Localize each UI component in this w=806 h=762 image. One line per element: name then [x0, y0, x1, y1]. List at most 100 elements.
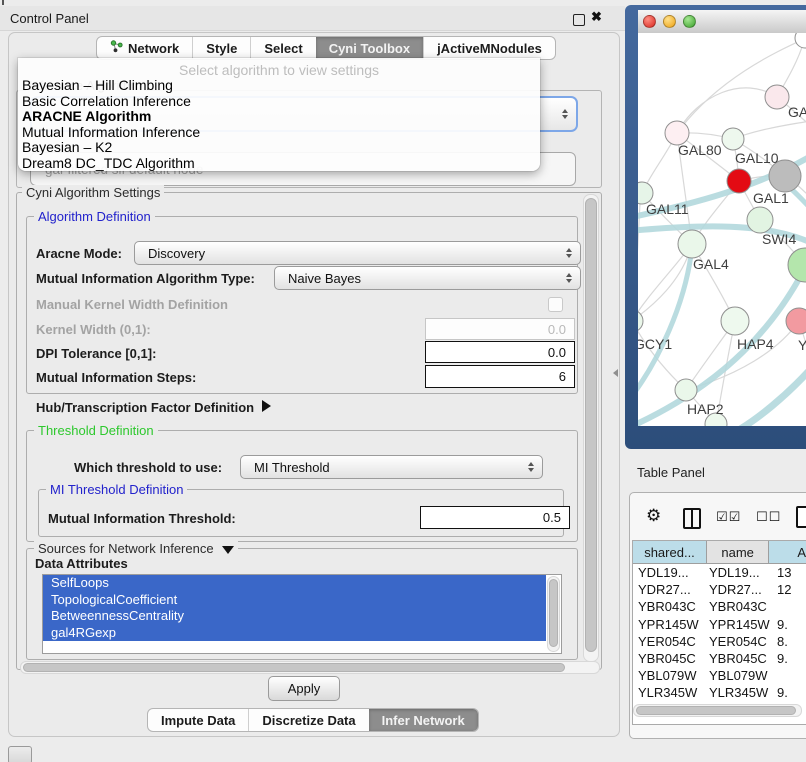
dpi-tolerance-label: DPI Tolerance [0,1]:: [36, 346, 156, 361]
scrollbar-thumb[interactable]: [549, 579, 558, 647]
node-label: GCY1: [638, 336, 672, 352]
close-traffic-light-icon[interactable]: [643, 15, 656, 28]
scrollbar-thumb[interactable]: [636, 706, 796, 715]
column-header-name[interactable]: name: [707, 541, 769, 563]
node-label: SWI4: [762, 231, 796, 247]
stepper-icon: [528, 462, 534, 472]
node-label: GAL11: [646, 201, 689, 217]
aracne-mode-label: Aracne Mode:: [36, 246, 122, 261]
data-attributes-label: Data Attributes: [32, 556, 131, 571]
mi-type-combo[interactable]: Naive Bayes: [274, 266, 581, 290]
node-swi4[interactable]: [747, 207, 773, 233]
popup-item-bayesian-hill[interactable]: Bayesian – Hill Climbing: [18, 78, 540, 94]
node-label: GAL1: [753, 190, 789, 206]
table-row[interactable]: YBR045CYBR045C9.: [633, 650, 806, 667]
aracne-mode-combo[interactable]: Discovery: [134, 241, 581, 265]
tab-jactivemnodules[interactable]: jActiveMNodules: [423, 37, 555, 59]
tab-network[interactable]: Network: [97, 37, 192, 59]
node-label: Y: [798, 337, 806, 353]
node-gal10[interactable]: [722, 128, 744, 150]
minimize-traffic-light-icon[interactable]: [663, 15, 676, 28]
network-graph-icon: [110, 40, 123, 56]
column-header-shared-name[interactable]: shared...: [633, 541, 707, 563]
table-row[interactable]: YBL079WYBL079W: [633, 667, 806, 684]
zoom-traffic-light-icon[interactable]: [683, 15, 696, 28]
table-row[interactable]: YDL19...YDL19...13: [633, 564, 806, 581]
manual-kernel-checkbox[interactable]: [548, 297, 563, 312]
control-panel-tabs: Network Style Select Cyni Toolbox jActiv…: [96, 36, 556, 60]
scrollbar-thumb[interactable]: [23, 663, 565, 672]
hub-definition-expander[interactable]: Hub/Transcription Factor Definition: [36, 400, 271, 415]
list-item-gal4rgexp[interactable]: gal4RGexp: [43, 625, 546, 642]
file-icon[interactable]: [796, 506, 806, 528]
stepper-icon: [566, 248, 572, 258]
node-gal4[interactable]: [678, 230, 706, 258]
apply-button[interactable]: Apply: [268, 676, 340, 701]
network-canvas[interactable]: GAL GAL80 GAL10 GAL1 GAL11 SWI4 GAL4 GCY…: [638, 33, 806, 426]
popup-item-dream8[interactable]: Dream8 DC_TDC Algorithm: [18, 156, 540, 172]
algorithm-popup: Select algorithm to view settings Bayesi…: [18, 58, 540, 171]
list-item-betweennesscentrality[interactable]: BetweennessCentrality: [43, 608, 546, 625]
which-threshold-combo[interactable]: MI Threshold: [240, 455, 543, 479]
scrollbar-thumb[interactable]: [585, 198, 597, 652]
minimized-panel-icon[interactable]: [8, 746, 32, 762]
node-hap4[interactable]: [721, 307, 749, 335]
table-row[interactable]: YER054CYER054C8.: [633, 633, 806, 650]
tab-impute-data[interactable]: Impute Data: [148, 709, 248, 731]
cyni-settings-title: Cyni Algorithm Settings: [22, 185, 164, 200]
table-horizontal-scrollbar[interactable]: [633, 704, 802, 717]
node-gal1[interactable]: [727, 169, 751, 193]
settings-horizontal-scrollbar[interactable]: [20, 661, 600, 674]
gear-icon[interactable]: ⚙: [646, 506, 661, 526]
table-panel-title: Table Panel: [637, 465, 705, 480]
tab-infer-network[interactable]: Infer Network: [369, 709, 478, 731]
splitter-collapse-arrow[interactable]: [613, 369, 618, 377]
table-row[interactable]: YDR27...YDR27...12: [633, 581, 806, 598]
table-row[interactable]: YLR345WYLR345W9.: [633, 684, 806, 701]
mi-threshold-label: Mutual Information Threshold:: [48, 511, 236, 526]
popup-item-bayesian-k2[interactable]: Bayesian – K2: [18, 140, 540, 156]
network-view-titlebar: [638, 10, 806, 34]
list-item-selfloops[interactable]: SelfLoops: [43, 575, 546, 592]
close-icon[interactable]: ✖: [591, 9, 602, 25]
deselect-all-icon[interactable]: ☐☐: [756, 510, 781, 525]
control-panel-titlebar: [0, 6, 625, 31]
screen: Control Panel ✖ Network Style Select Cyn…: [0, 0, 806, 762]
collapse-down-icon: [222, 546, 234, 554]
node-hap2[interactable]: [675, 379, 697, 401]
settings-vertical-scrollbar[interactable]: [583, 194, 599, 662]
node-gal-top[interactable]: [765, 85, 789, 109]
popup-item-basic-correlation[interactable]: Basic Correlation Inference: [18, 94, 540, 110]
popup-item-aracne[interactable]: ARACNE Algorithm: [18, 109, 540, 125]
column-browser-icon[interactable]: [683, 508, 701, 529]
tab-discretize-data[interactable]: Discretize Data: [248, 709, 368, 731]
float-panel-icon[interactable]: [573, 14, 585, 26]
top-edge-mark: [2, 0, 4, 5]
node-label: GAL4: [693, 256, 729, 272]
table-row[interactable]: YPR145WYPR145W9.: [633, 616, 806, 633]
sources-group-title[interactable]: Sources for Network Inference: [34, 541, 238, 556]
table-header: shared... name A: [633, 541, 806, 564]
table-rows: YDL19...YDL19...13 YDR27...YDR27...12 YB…: [633, 564, 806, 706]
list-item-topologicalcoefficient[interactable]: TopologicalCoefficient: [43, 592, 546, 609]
select-all-icon[interactable]: ☑☑: [716, 510, 741, 525]
mi-steps-label: Mutual Information Steps:: [36, 370, 196, 385]
tab-cyni-toolbox[interactable]: Cyni Toolbox: [316, 37, 423, 59]
expand-right-icon: [262, 400, 271, 412]
kernel-width-field[interactable]: 0.0: [425, 318, 575, 340]
popup-item-mutual-information[interactable]: Mutual Information Inference: [18, 125, 540, 141]
tab-select[interactable]: Select: [250, 37, 315, 59]
table-row[interactable]: YBR043CYBR043C: [633, 598, 806, 615]
tab-style[interactable]: Style: [192, 37, 250, 59]
column-header-partial[interactable]: A: [769, 541, 806, 563]
mi-threshold-field[interactable]: 0.5: [420, 506, 570, 529]
node-top-partial[interactable]: [795, 33, 806, 48]
manual-kernel-label: Manual Kernel Width Definition: [36, 297, 228, 312]
kernel-width-label: Kernel Width (0,1):: [36, 322, 151, 337]
node-y[interactable]: [786, 308, 806, 334]
node-label: GAL10: [735, 150, 779, 166]
node-big-green[interactable]: [788, 248, 806, 282]
list-vertical-scrollbar[interactable]: [547, 576, 560, 652]
dpi-tolerance-field[interactable]: 0.0: [425, 341, 575, 363]
mi-steps-field[interactable]: 6: [425, 365, 575, 388]
